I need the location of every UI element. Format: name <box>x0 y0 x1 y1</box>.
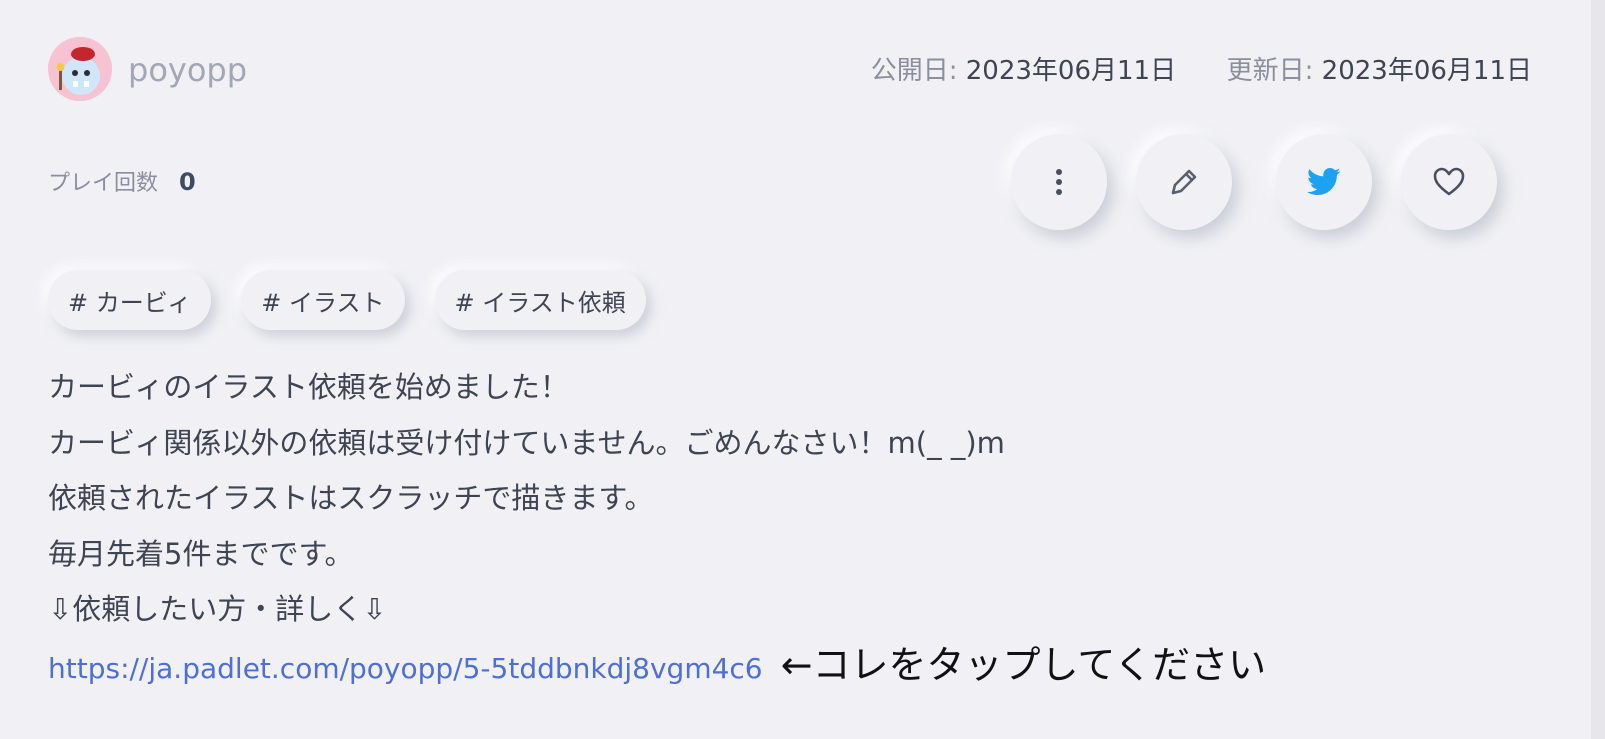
description-link-line: https://ja.padlet.com/poyopp/5-5tddbnkdj… <box>48 638 1568 697</box>
date-info: 公開日: 2023年06月11日 更新日: 2023年06月11日 <box>871 51 1532 91</box>
published-date: 2023年06月11日 <box>965 56 1177 86</box>
link-hint-annotation: ←コレをタップしてください <box>780 642 1267 687</box>
play-count-value: 0 <box>179 168 196 196</box>
updated-label: 更新日: <box>1226 56 1314 86</box>
project-description: カービィのイラスト依頼を始めました！ カービィ関係以外の依頼は受け付けていません… <box>48 360 1568 696</box>
description-line: カービィ関係以外の依頼は受け付けていません。ごめんなさい！m(_ _)m <box>48 425 1005 460</box>
avatar[interactable] <box>48 37 112 101</box>
avatar-image <box>48 37 112 101</box>
updated-date: 2023年06月11日 <box>1321 56 1532 86</box>
description-line: カービィのイラスト依頼を始めました！ <box>48 370 569 404</box>
play-count: プレイ回数 0 <box>48 165 196 201</box>
like-button[interactable] <box>1401 134 1497 230</box>
heart-icon <box>1433 167 1465 196</box>
play-count-label: プレイ回数 <box>48 171 159 196</box>
pencil-icon <box>1171 169 1197 195</box>
project-detail-card: poyopp 公開日: 2023年06月11日 更新日: 2023年06月11日… <box>0 0 1605 739</box>
padlet-link[interactable]: https://ja.padlet.com/poyopp/5-5tddbnkdj… <box>48 652 763 685</box>
more-options-button[interactable] <box>1011 134 1107 230</box>
twitter-share-button[interactable] <box>1276 134 1372 230</box>
published-label: 公開日: <box>870 56 958 86</box>
tag-illust[interactable]: # イラスト <box>241 270 405 330</box>
author-username[interactable]: poyopp <box>128 48 247 92</box>
more-vertical-icon <box>1056 169 1062 195</box>
scrollbar-track[interactable] <box>1591 0 1605 739</box>
tag-illust-request[interactable]: # イラスト依頼 <box>434 270 646 330</box>
description-line: ⇩依頼したい方・詳しく⇩ <box>48 592 387 626</box>
tag-kirby[interactable]: # カービィ <box>48 270 212 330</box>
twitter-icon <box>1307 167 1341 196</box>
edit-button[interactable] <box>1136 134 1232 230</box>
tag-list: # カービィ # イラスト # イラスト依頼 <box>48 270 646 330</box>
description-line: 毎月先着5件までです。 <box>48 536 354 571</box>
description-line: 依頼されたイラストはスクラッチで描きます。 <box>48 481 654 515</box>
